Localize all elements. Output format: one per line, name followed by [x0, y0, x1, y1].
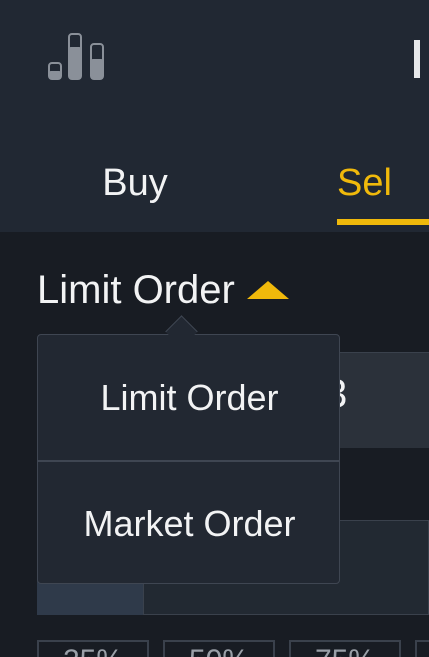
trade-screen: Buy Sel Limit Order 3 25% 50% 75% Limit … — [0, 0, 429, 657]
buy-sell-tabs: Buy Sel — [0, 134, 429, 232]
menu-item-limit-order[interactable]: Limit Order — [38, 336, 339, 460]
bar-chart-icon[interactable] — [48, 33, 106, 81]
tab-sell[interactable]: Sel — [337, 134, 429, 232]
order-type-selector[interactable]: Limit Order — [37, 262, 289, 318]
order-type-label: Limit Order — [37, 267, 235, 312]
percent-75-button[interactable]: 75% — [289, 640, 401, 657]
tab-buy[interactable]: Buy — [0, 134, 270, 232]
order-type-menu: Limit Order Market Order — [37, 334, 340, 584]
menu-item-market-order[interactable]: Market Order — [38, 462, 339, 583]
active-tab-indicator — [337, 219, 429, 225]
caret-up-icon — [246, 281, 289, 299]
percent-50-button[interactable]: 50% — [163, 640, 275, 657]
percent-25-button[interactable]: 25% — [37, 640, 149, 657]
header-title-cutoff — [414, 40, 420, 78]
percent-100-button[interactable] — [415, 640, 429, 657]
header-bar — [0, 0, 429, 134]
